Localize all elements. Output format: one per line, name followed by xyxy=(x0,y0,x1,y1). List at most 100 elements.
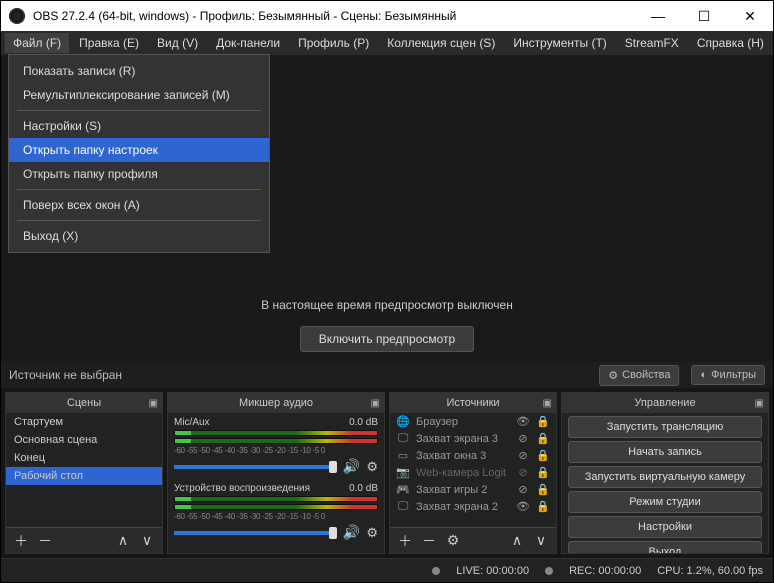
speaker-icon[interactable]: 🔊 xyxy=(343,524,360,541)
vu-meter xyxy=(174,438,378,444)
enable-preview-button[interactable]: Включить предпросмотр xyxy=(300,326,474,352)
source-up-button[interactable]: ∧ xyxy=(506,531,528,551)
gear-icon[interactable]: ⚙ xyxy=(366,459,378,475)
menu-edit[interactable]: Правка (E) xyxy=(71,33,147,53)
visibility-toggle-icon[interactable]: 👁 xyxy=(516,500,530,513)
menu-tools[interactable]: Инструменты (T) xyxy=(505,33,614,53)
control-button[interactable]: Выход xyxy=(568,541,762,553)
menubar: Файл (F) Правка (E) Вид (V) Док-панели П… xyxy=(1,31,773,55)
source-props-button[interactable]: ⚙ xyxy=(442,531,464,551)
lock-icon[interactable]: 🔒 xyxy=(536,483,550,496)
file-menu-dropdown: Показать записи (R)Ремультиплексирование… xyxy=(8,54,270,253)
control-button[interactable]: Запустить виртуальную камеру xyxy=(568,466,762,488)
source-item[interactable]: 📷Web-камера Logit⊘🔒 xyxy=(390,464,556,481)
no-source-label: Источник не выбран xyxy=(9,368,122,382)
visibility-toggle-icon[interactable]: ⊘ xyxy=(516,466,530,479)
control-button[interactable]: Начать запись xyxy=(568,441,762,463)
control-button[interactable]: Режим студии xyxy=(568,491,762,513)
menu-item[interactable]: Выход (X) xyxy=(9,224,269,248)
lock-icon[interactable]: 🔒 xyxy=(536,415,550,428)
db-scale: -60 -55 -50 -45 -40 -35 -30 -25 -20 -15 … xyxy=(174,446,378,455)
volume-slider[interactable] xyxy=(174,531,337,535)
lock-icon[interactable]: 🔒 xyxy=(536,432,550,445)
channel-name: Mic/Aux xyxy=(174,417,210,428)
lock-icon[interactable]: 🔒 xyxy=(536,449,550,462)
scene-item[interactable]: Основная сцена xyxy=(6,431,162,449)
menu-item[interactable]: Открыть папку настроек xyxy=(9,138,269,162)
filters-button[interactable]: ◐Фильтры xyxy=(691,365,765,385)
menu-item[interactable]: Показать записи (R) xyxy=(9,59,269,83)
add-source-button[interactable]: ＋ xyxy=(394,531,416,551)
live-timer: LIVE: 00:00:00 xyxy=(456,565,529,577)
vu-meter xyxy=(174,496,378,502)
source-name: Захват окна 3 xyxy=(416,450,510,462)
visibility-toggle-icon[interactable]: ⊘ xyxy=(516,449,530,462)
gear-icon: ⚙ xyxy=(608,369,618,382)
menu-file[interactable]: Файл (F) xyxy=(5,33,69,53)
scene-item[interactable]: Конец xyxy=(6,449,162,467)
source-item[interactable]: 🎮Захват игры 2⊘🔒 xyxy=(390,481,556,498)
close-button[interactable]: ✕ xyxy=(727,1,773,31)
controls-title: Управление xyxy=(634,397,695,409)
menu-scene-collection[interactable]: Коллекция сцен (S) xyxy=(379,33,503,53)
menu-help[interactable]: Справка (H) xyxy=(689,33,772,53)
popout-icon[interactable]: ▣ xyxy=(149,398,158,409)
popout-icon[interactable]: ▣ xyxy=(371,398,380,409)
channel-name: Устройство воспроизведения xyxy=(174,483,310,494)
popout-icon[interactable]: ▣ xyxy=(543,398,552,409)
menu-streamfx[interactable]: StreamFX xyxy=(617,33,687,53)
source-name: Захват игры 2 xyxy=(416,484,510,496)
scene-item[interactable]: Рабочий стол xyxy=(6,467,162,485)
scenes-panel: Сцены▣ СтартуемОсновная сценаКонецРабочи… xyxy=(5,392,163,554)
properties-button[interactable]: ⚙Свойства xyxy=(599,365,679,386)
control-button[interactable]: Настройки xyxy=(568,516,762,538)
source-down-button[interactable]: ∨ xyxy=(530,531,552,551)
status-dot-icon xyxy=(432,567,440,575)
visibility-toggle-icon[interactable]: ⊘ xyxy=(516,432,530,445)
monitor-icon: 🖵 xyxy=(396,432,410,445)
speaker-icon[interactable]: 🔊 xyxy=(343,458,360,475)
window-title: OBS 27.2.4 (64-bit, windows) - Профиль: … xyxy=(33,9,635,23)
channel-db: 0.0 dB xyxy=(349,417,378,428)
menu-view[interactable]: Вид (V) xyxy=(149,33,206,53)
sources-title: Источники xyxy=(446,397,499,409)
source-item[interactable]: 🌐Браузер👁🔒 xyxy=(390,413,556,430)
lock-icon[interactable]: 🔒 xyxy=(536,466,550,479)
source-item[interactable]: 🖵 Захват экрана 3 ⊘ 🔒 xyxy=(390,430,556,447)
scene-up-button[interactable]: ∧ xyxy=(112,531,134,551)
rec-timer: REC: 00:00:00 xyxy=(569,565,641,577)
remove-source-button[interactable]: － xyxy=(418,531,440,551)
source-item[interactable]: ▭Захват окна 3⊘🔒 xyxy=(390,447,556,464)
visibility-toggle-icon[interactable]: ⊘ xyxy=(516,483,530,496)
add-scene-button[interactable]: ＋ xyxy=(10,531,32,551)
scene-down-button[interactable]: ∨ xyxy=(136,531,158,551)
menu-profile[interactable]: Профиль (P) xyxy=(290,33,377,53)
menu-item[interactable]: Открыть папку профиля xyxy=(9,162,269,186)
source-name: Захват экрана 2 xyxy=(416,501,510,513)
volume-slider[interactable] xyxy=(174,465,337,469)
menu-item[interactable]: Ремультиплексирование записей (M) xyxy=(9,83,269,107)
mixer-panel: Микшер аудио▣ Mic/Aux0.0 dB-60 -55 -50 -… xyxy=(167,392,385,554)
source-name: Захват экрана 3 xyxy=(416,433,510,445)
menu-item[interactable]: Поверх всех окон (A) xyxy=(9,193,269,217)
remove-scene-button[interactable]: － xyxy=(34,531,56,551)
source-toolbar: Источник не выбран ⚙Свойства ◐Фильтры xyxy=(1,362,773,388)
monitor-icon: 🖵 xyxy=(396,500,410,513)
lock-icon[interactable]: 🔒 xyxy=(536,500,550,513)
maximize-button[interactable]: ☐ xyxy=(681,1,727,31)
cpu-stats: CPU: 1.2%, 60.00 fps xyxy=(657,565,763,577)
control-button[interactable]: Запустить трансляцию xyxy=(568,416,762,438)
menu-dock[interactable]: Док-панели xyxy=(208,33,288,53)
source-item[interactable]: 🖵 Захват экрана 2 👁 🔒 xyxy=(390,498,556,515)
menu-item[interactable]: Настройки (S) xyxy=(9,114,269,138)
gear-icon[interactable]: ⚙ xyxy=(366,525,378,541)
visibility-toggle-icon[interactable]: 👁 xyxy=(516,415,530,428)
scene-item[interactable]: Стартуем xyxy=(6,413,162,431)
popout-icon[interactable]: ▣ xyxy=(755,398,764,409)
source-name: Web-камера Logit xyxy=(416,467,510,479)
preview-disabled-text: В настоящее время предпросмотр выключен xyxy=(261,298,513,312)
vu-meter xyxy=(174,430,378,436)
minimize-button[interactable]: — xyxy=(635,1,681,31)
statusbar: LIVE: 00:00:00 REC: 00:00:00 CPU: 1.2%, … xyxy=(1,558,773,582)
status-dot-icon xyxy=(545,567,553,575)
